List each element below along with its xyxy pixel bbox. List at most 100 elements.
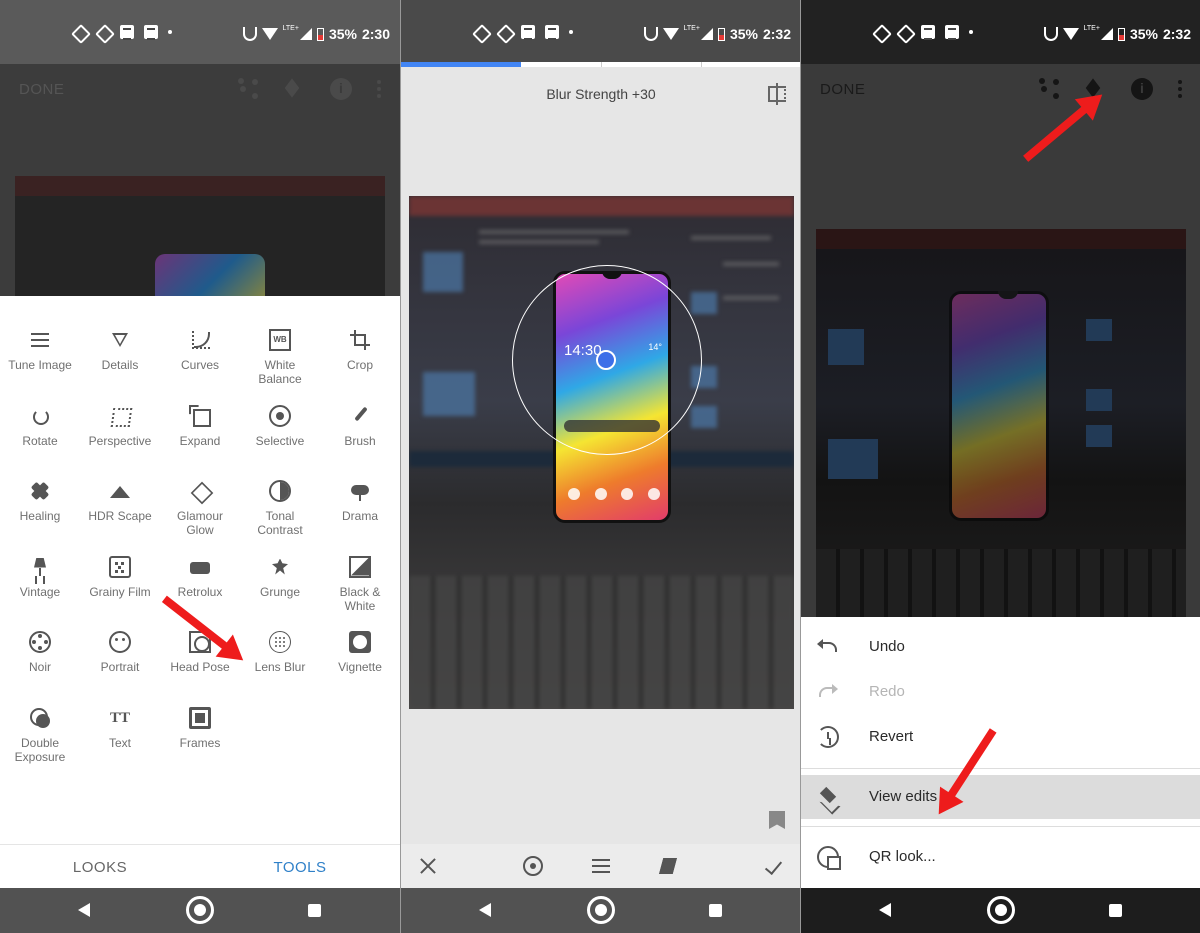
info-icon[interactable] — [1131, 78, 1153, 100]
back-icon[interactable] — [479, 903, 491, 917]
rotate-icon — [29, 405, 51, 427]
tab-tools[interactable]: TOOLS — [200, 859, 400, 876]
tool-label: HDR Scape — [88, 509, 152, 523]
tool-tonal-contrast[interactable]: Tonal Contrast — [240, 480, 320, 537]
share-icon[interactable] — [1039, 78, 1061, 100]
tool-label: Retrolux — [177, 584, 223, 599]
tool-label: Expand — [179, 433, 221, 448]
noir-icon — [29, 631, 51, 653]
system-nav-bar — [0, 888, 400, 933]
tool-double-exposure[interactable]: Double Exposure — [0, 707, 80, 764]
lens-blur-screen: LTE+ 35% 2:32 Blur Strength +30 14:30 14… — [400, 0, 800, 933]
info-icon[interactable] — [330, 78, 352, 100]
tool-label: Healing — [19, 509, 61, 523]
glamour-glow-icon — [189, 480, 211, 502]
tool-tune-image[interactable]: Tune Image — [0, 329, 80, 372]
home-icon[interactable] — [186, 896, 214, 924]
tool-glamour-glow[interactable]: Glamour Glow — [160, 480, 240, 537]
tool-grunge[interactable]: Grunge — [240, 556, 320, 599]
tool-label: Glamour Glow — [176, 509, 223, 537]
battery-percent: 35% — [328, 26, 357, 42]
recents-icon[interactable] — [1109, 904, 1122, 917]
wifi-icon — [1062, 28, 1079, 40]
tool-vignette[interactable]: Vignette — [320, 631, 400, 674]
back-icon[interactable] — [78, 903, 90, 917]
more-notifications-icon — [969, 30, 973, 34]
close-icon[interactable] — [418, 856, 438, 876]
redo-icon — [817, 681, 839, 703]
tool-label: Grunge — [259, 584, 301, 599]
recents-icon[interactable] — [308, 904, 321, 917]
share-icon[interactable] — [238, 78, 260, 100]
tool-grainy-film[interactable]: Grainy Film — [80, 555, 160, 599]
lens-blur-icon — [269, 631, 291, 653]
tool-selective[interactable]: Selective — [240, 404, 320, 448]
menu-item-redo[interactable]: Redo — [801, 670, 1200, 714]
tool-rotate[interactable]: Rotate — [0, 405, 80, 448]
tool-lens-blur[interactable]: Lens Blur — [240, 631, 320, 674]
menu-item-undo[interactable]: Undo — [801, 625, 1200, 669]
compare-icon[interactable] — [768, 83, 786, 105]
tool-expand[interactable]: Expand — [160, 405, 240, 448]
tab-looks[interactable]: LOOKS — [0, 859, 200, 876]
tool-bottom-bar — [401, 844, 800, 888]
tool-curves[interactable]: Curves — [160, 329, 240, 372]
notification-icon — [545, 25, 559, 40]
menu-item-revert[interactable]: Revert — [801, 715, 1200, 759]
more-options-icon[interactable] — [368, 78, 390, 100]
tool-hdr-scape[interactable]: HDR Scape — [80, 480, 160, 523]
edit-stack-icon[interactable] — [282, 78, 304, 100]
image-preview — [15, 176, 385, 296]
tool-noir[interactable]: Noir — [0, 631, 80, 674]
tool-portrait[interactable]: Portrait — [80, 631, 160, 674]
editor-action-bar: DONE — [801, 64, 1200, 114]
focus-point-handle[interactable] — [596, 350, 616, 370]
hdr-scape-icon — [109, 480, 131, 502]
network-type: LTE+ — [282, 24, 299, 32]
tool-white-balance[interactable]: White Balance — [240, 329, 320, 386]
tool-drama[interactable]: Drama — [320, 480, 400, 523]
tool-crop[interactable]: Crop — [320, 329, 400, 372]
notification-icon — [497, 25, 511, 39]
double-exposure-icon — [29, 707, 51, 729]
more-options-icon[interactable] — [1169, 78, 1191, 100]
styles-icon[interactable] — [657, 856, 677, 876]
clock: 2:32 — [762, 26, 791, 42]
crop-icon — [349, 329, 371, 351]
notification-icon — [873, 25, 887, 39]
menu-item-qr-look[interactable]: QR look... — [801, 835, 1200, 879]
check-icon[interactable] — [765, 856, 785, 876]
healing-icon — [29, 480, 51, 502]
tool-frames[interactable]: Frames — [160, 706, 240, 750]
tool-label: Frames — [179, 735, 221, 750]
tool-details[interactable]: Details — [80, 329, 160, 372]
wifi-icon — [662, 28, 679, 40]
bookmark-icon[interactable] — [769, 811, 785, 829]
grunge-icon — [269, 556, 291, 578]
tool-label: Crop — [346, 358, 373, 372]
home-icon[interactable] — [587, 896, 615, 924]
tool-brush[interactable]: Brush — [320, 405, 400, 448]
tool-perspective[interactable]: Perspective — [80, 405, 160, 448]
back-icon[interactable] — [879, 903, 891, 917]
tool-healing[interactable]: Healing — [0, 480, 80, 523]
tool-text[interactable]: Text — [80, 707, 160, 750]
blur-strength-label: Blur Strength +30 — [546, 86, 656, 102]
tool-label: Selective — [255, 433, 305, 448]
system-nav-bar — [401, 888, 800, 933]
done-button[interactable]: DONE — [820, 81, 865, 98]
tool-vintage[interactable]: Vintage — [0, 556, 80, 599]
photo-canvas[interactable]: 14:30 14° — [409, 196, 794, 709]
done-button[interactable]: DONE — [19, 81, 64, 98]
tune-image-icon — [29, 329, 51, 351]
tool-label: Tonal Contrast — [257, 509, 303, 537]
tool-label: Portrait — [100, 660, 140, 674]
battery-percent: 35% — [1129, 26, 1158, 42]
tune-icon[interactable] — [591, 856, 611, 876]
home-icon[interactable] — [987, 896, 1015, 924]
tool-retrolux[interactable]: Retrolux — [160, 556, 240, 599]
recents-icon[interactable] — [709, 904, 722, 917]
focus-icon[interactable] — [523, 856, 543, 876]
menu-item-view-edits[interactable]: View edits — [801, 775, 1200, 819]
tool-black-white[interactable]: Black & White — [320, 555, 400, 613]
